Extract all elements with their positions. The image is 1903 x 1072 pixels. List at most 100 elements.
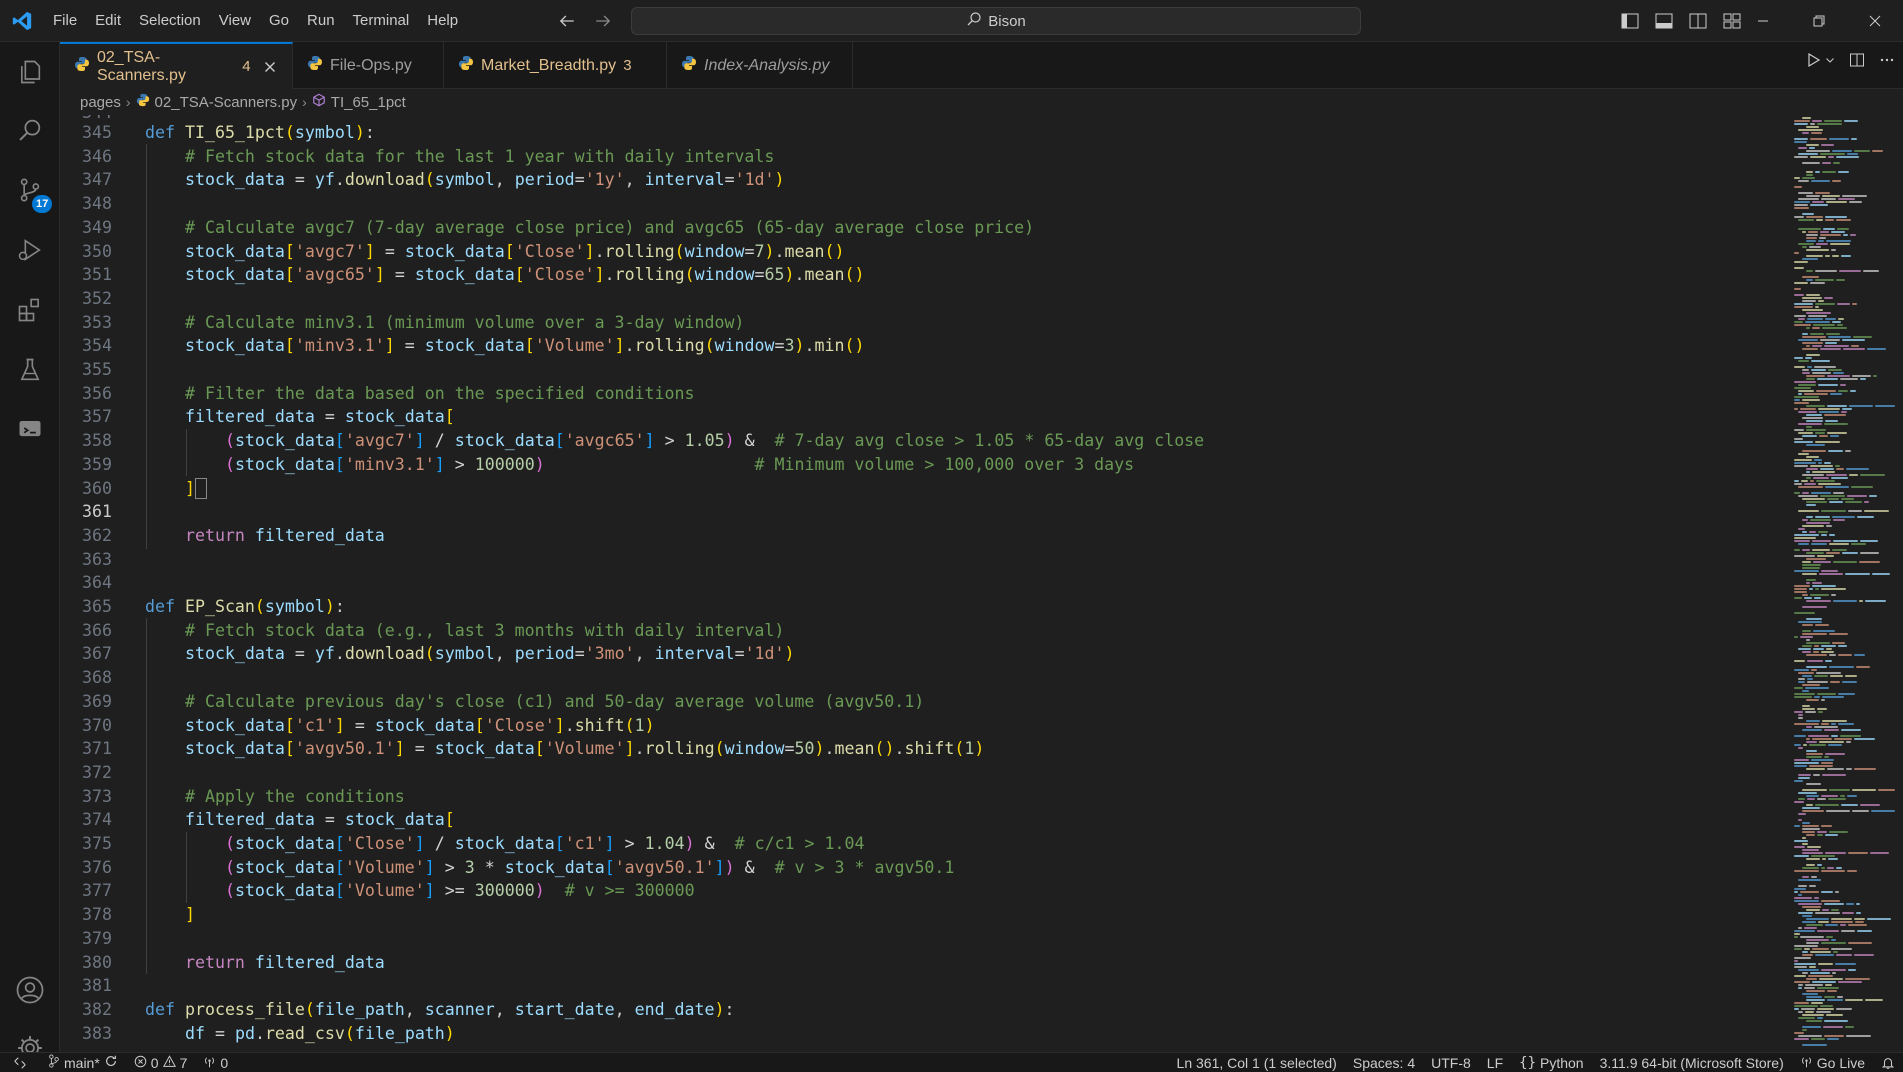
toggle-primary-sidebar-icon[interactable]: [1618, 8, 1642, 34]
minimap-line: [1837, 324, 1843, 326]
python-interpreter[interactable]: 3.11.9 64-bit (Microsoft Store): [1592, 1053, 1792, 1072]
tab-02-tsa-scanners[interactable]: 02_TSA-Scanners.py 4: [60, 42, 293, 89]
minimap-line: [1813, 561, 1831, 563]
minimap-line: [1808, 231, 1818, 233]
run-debug-icon[interactable]: [0, 222, 60, 278]
minimap-line: [1802, 369, 1809, 371]
minimap-line: [1810, 282, 1825, 284]
tab-market-breadth[interactable]: Market_Breadth.py 3: [444, 42, 667, 89]
restore-icon[interactable]: [1791, 0, 1847, 42]
toggle-secondary-sidebar-icon[interactable]: [1686, 8, 1710, 34]
minimap-line: [1842, 681, 1857, 683]
breadcrumb-file[interactable]: 02_TSA-Scanners.py: [155, 94, 298, 111]
code-line: 347 stock_data = yf.download(symbol, per…: [82, 170, 785, 190]
minimap-line: [1813, 477, 1829, 479]
minimap-line: [1831, 249, 1836, 251]
explorer-icon[interactable]: [0, 44, 60, 100]
minimap-line: [1826, 474, 1847, 476]
sync-icon[interactable]: [104, 1054, 118, 1071]
minimap-line: [1802, 837, 1806, 839]
run-options-chevron-down-icon[interactable]: [1825, 55, 1835, 65]
minimap-line: [1802, 213, 1814, 215]
run-python-file-icon[interactable]: [1805, 52, 1821, 68]
extensions-icon[interactable]: [0, 282, 60, 338]
tab-index-analysis[interactable]: Index-Analysis.py: [667, 42, 853, 89]
menu-go[interactable]: Go: [260, 0, 298, 42]
minimap-line: [1798, 384, 1816, 386]
minimap-line: [1806, 999, 1825, 1001]
minimap-line: [1819, 573, 1843, 575]
command-center-label: Bison: [988, 12, 1026, 30]
minimap-line: [1832, 549, 1847, 551]
ports-indicator[interactable]: 0: [195, 1053, 236, 1072]
file-encoding[interactable]: UTF-8: [1423, 1053, 1479, 1072]
back-arrow-icon[interactable]: [555, 8, 579, 34]
minimap-line: [1798, 411, 1817, 413]
menu-run[interactable]: Run: [298, 0, 344, 42]
problems-indicator[interactable]: 0 7: [126, 1053, 196, 1072]
minimap-line: [1846, 903, 1854, 905]
forward-arrow-icon[interactable]: [591, 8, 615, 34]
remote-explorer-icon[interactable]: [0, 400, 60, 456]
minimap-line: [1806, 501, 1827, 503]
minimap-line: [1806, 750, 1817, 752]
minimap-line: [1838, 981, 1862, 983]
accounts-icon[interactable]: [0, 962, 60, 1018]
minimap-line: [1842, 552, 1858, 554]
minimap-line: [1854, 954, 1874, 956]
menu-selection[interactable]: Selection: [130, 0, 210, 42]
minimap-line: [1865, 999, 1883, 1001]
testing-flask-icon[interactable]: [0, 342, 60, 398]
minimap-line: [1802, 1014, 1824, 1016]
minimap-line: [1827, 375, 1850, 377]
split-editor-icon[interactable]: [1849, 52, 1865, 68]
minimap-line: [1837, 228, 1849, 230]
menu-edit[interactable]: Edit: [86, 0, 130, 42]
menu-file[interactable]: File: [44, 0, 86, 42]
menu-terminal[interactable]: Terminal: [344, 0, 419, 42]
close-tab-icon[interactable]: [262, 58, 278, 76]
close-window-icon[interactable]: [1847, 0, 1903, 42]
remote-indicator-icon[interactable]: [0, 1053, 40, 1072]
breadcrumb-symbol[interactable]: TI_65_1pct: [331, 94, 406, 111]
minimap-line: [1798, 879, 1821, 881]
minimap-line: [1798, 510, 1819, 512]
code-line: 378 ]: [82, 905, 195, 925]
go-live-button[interactable]: Go Live: [1792, 1053, 1873, 1072]
minimap-line: [1821, 762, 1833, 764]
menu-help[interactable]: Help: [418, 0, 467, 42]
breadcrumb-folder[interactable]: pages: [80, 94, 121, 111]
source-control-icon[interactable]: 17: [0, 162, 60, 218]
minimap-line: [1794, 438, 1803, 440]
language-mode[interactable]: {} Python: [1511, 1053, 1591, 1072]
toggle-panel-icon[interactable]: [1652, 8, 1676, 34]
minimize-icon[interactable]: [1735, 0, 1791, 42]
indentation-setting[interactable]: Spaces: 4: [1345, 1053, 1423, 1072]
minimap-line: [1798, 747, 1803, 749]
minimap-line: [1806, 909, 1820, 911]
minimap-line: [1824, 756, 1829, 758]
minimap-line: [1798, 969, 1819, 971]
more-actions-icon[interactable]: [1879, 52, 1895, 68]
minimap-line: [1798, 318, 1805, 320]
minimap-line: [1811, 543, 1827, 545]
minimap-line: [1824, 1035, 1844, 1037]
minimap-line: [1808, 975, 1833, 977]
code-editor[interactable]: 344 345def TI_65_1pct(symbol): 346 # Fet…: [60, 115, 1790, 1052]
code-line: 375 (stock_data['Close'] / stock_data['c…: [82, 834, 865, 853]
cursor-position[interactable]: Ln 361, Col 1 (1 selected): [1169, 1053, 1345, 1072]
menu-view[interactable]: View: [210, 0, 260, 42]
code-line: 367 stock_data = yf.download(symbol, per…: [82, 644, 795, 664]
notifications-bell-icon[interactable]: [1873, 1053, 1903, 1072]
minimap-line: [1824, 462, 1831, 464]
minimap[interactable]: [1790, 115, 1903, 1052]
minimap-line: [1857, 516, 1874, 518]
search-view-icon[interactable]: [0, 102, 60, 158]
command-center-search[interactable]: Bison: [631, 7, 1361, 35]
minimap-line: [1794, 306, 1813, 308]
branch-indicator[interactable]: main*: [40, 1053, 126, 1072]
tab-file-ops[interactable]: File-Ops.py: [293, 42, 444, 89]
minimap-line: [1802, 276, 1819, 278]
end-of-line[interactable]: LF: [1479, 1053, 1511, 1072]
minimap-line: [1830, 393, 1842, 395]
